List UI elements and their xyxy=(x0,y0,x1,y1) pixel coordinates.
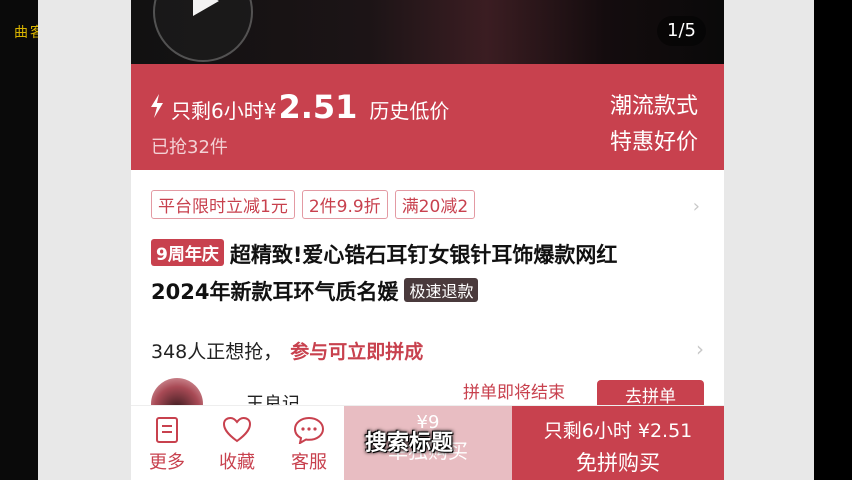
right-black-margin xyxy=(814,0,852,480)
history-low-label: 历史低价 xyxy=(369,99,450,123)
heart-icon xyxy=(222,416,252,443)
promo-tags[interactable]: 平台限时立减1元 2件9.9折 满20减2 xyxy=(151,190,476,219)
chat-icon xyxy=(293,416,325,444)
play-button[interactable] xyxy=(153,0,253,62)
group-buy-join[interactable]: 参与可立即拼成 xyxy=(290,341,423,363)
chevron-right-icon[interactable]: › xyxy=(696,337,704,361)
flash-price-line: 只剩6小时¥2.51 历史低价 xyxy=(171,88,449,126)
flash-sale-banner: 只剩6小时¥2.51 历史低价 已抢32件 潮流款式 特惠好价 xyxy=(131,64,724,170)
buy-label: 免拼购买 xyxy=(576,451,660,475)
group-buy-row[interactable]: 348人正想抢， 参与可立即拼成 xyxy=(151,337,423,364)
product-title-text1: 超精致!爱心锆石耳钉女银针耳饰爆款网红 xyxy=(229,243,618,267)
flash-tag-deal: 特惠好价 xyxy=(609,130,698,155)
anniversary-badge: 9周年庆 xyxy=(151,239,224,266)
nav-favorite[interactable]: 收藏 xyxy=(207,416,267,474)
buy-price: 只剩6小时 ¥2.51 xyxy=(543,420,693,442)
product-title-line1: 9周年庆 超精致!爱心锆石耳钉女银针耳饰爆款网红 xyxy=(151,239,617,269)
flash-price: 2.51 xyxy=(278,88,358,126)
left-gray-margin xyxy=(38,0,131,480)
promo-tag[interactable]: 满20减2 xyxy=(394,190,476,219)
chevron-right-icon[interactable]: › xyxy=(693,196,700,217)
menu-icon xyxy=(156,417,178,443)
product-page: 1/5 只剩6小时¥2.51 历史低价 已抢32件 潮流款式 特惠好价 平台限时立… xyxy=(131,0,724,480)
buy-now-button[interactable]: 只剩6小时 ¥2.51 免拼购买 xyxy=(512,406,724,480)
lightning-icon xyxy=(151,94,163,118)
product-title-text2: 2024年新款耳环气质名媛 xyxy=(151,280,399,304)
image-counter: 1/5 xyxy=(657,16,706,46)
sold-count: 已抢32件 xyxy=(151,137,228,158)
video-caption: 搜索标题 xyxy=(365,431,454,456)
nav-favorite-label: 收藏 xyxy=(219,452,255,473)
product-title-line2: 2024年新款耳环气质名媛 极速退款 xyxy=(151,276,479,306)
play-icon xyxy=(193,0,219,16)
flash-prefix: 只剩6小时 xyxy=(171,99,264,123)
left-black-margin xyxy=(0,0,38,480)
nav-more[interactable]: 更多 xyxy=(137,416,197,474)
fast-refund-badge: 极速退款 xyxy=(404,278,479,302)
promo-tag[interactable]: 2件9.9折 xyxy=(301,190,388,219)
flash-tag-trend: 潮流款式 xyxy=(609,94,698,119)
group-buy-count: 348人正想抢， xyxy=(151,341,283,363)
group-ending-label: 拼单即将结束 xyxy=(463,383,565,403)
nav-service[interactable]: 客服 xyxy=(279,416,339,474)
flash-currency: ¥ xyxy=(263,99,277,123)
nav-more-label: 更多 xyxy=(149,452,185,473)
promo-tag[interactable]: 平台限时立减1元 xyxy=(151,190,295,219)
product-video[interactable]: 1/5 xyxy=(131,0,724,64)
nav-service-label: 客服 xyxy=(291,452,327,473)
right-gray-margin xyxy=(724,0,814,480)
